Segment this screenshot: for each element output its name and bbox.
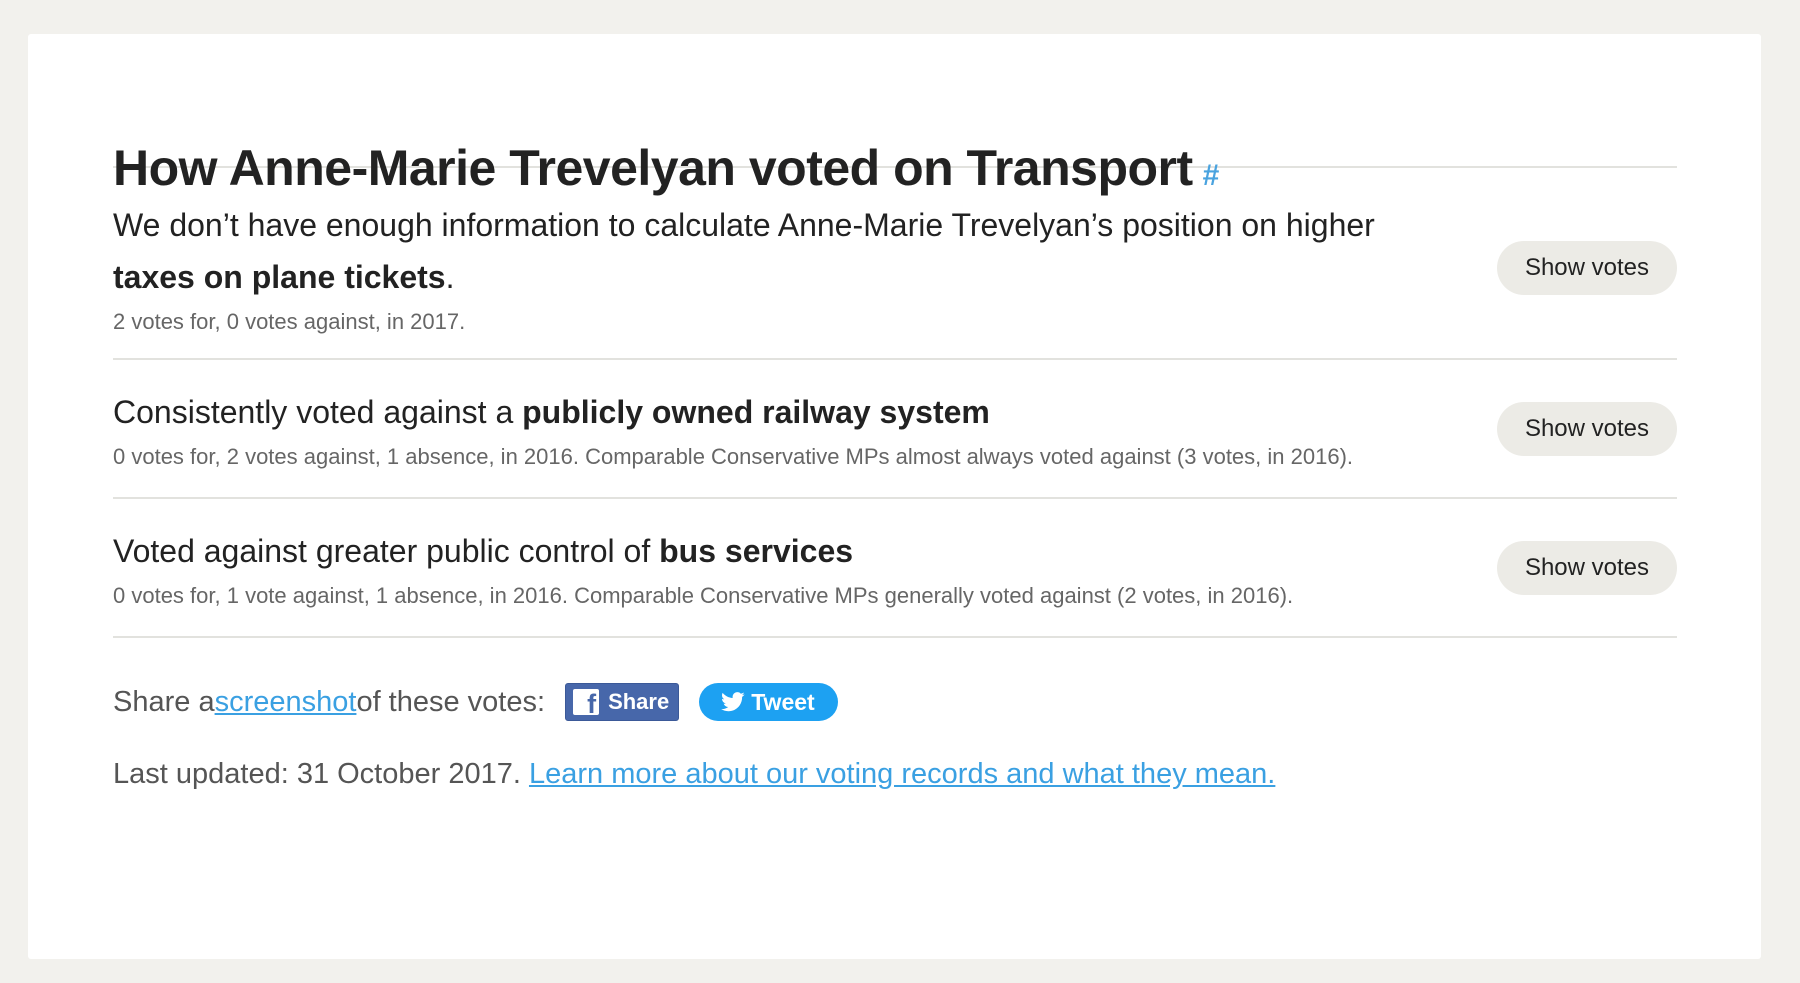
twitter-bird-icon bbox=[721, 692, 745, 712]
learn-more-link[interactable]: Learn more about our voting records and … bbox=[529, 758, 1275, 790]
transport-votes-card: How Anne-Marie Trevelyan voted on Transp… bbox=[28, 34, 1761, 959]
page-title-text: How Anne-Marie Trevelyan voted on Transp… bbox=[113, 140, 1193, 196]
tweet-button[interactable]: Tweet bbox=[699, 683, 838, 721]
policy-statement: Voted against greater public control of … bbox=[113, 525, 1293, 577]
policy-topic: bus services bbox=[659, 532, 854, 569]
facebook-icon: f bbox=[573, 689, 600, 715]
share-row: Share a screenshot of these votes: f Sha… bbox=[113, 682, 1677, 722]
vote-row-bus-services: Voted against greater public control of … bbox=[113, 499, 1677, 638]
show-votes-button[interactable]: Show votes bbox=[1497, 540, 1677, 595]
vote-summary: 2 votes for, 0 votes against, in 2017. bbox=[113, 309, 466, 334]
show-votes-button[interactable]: Show votes bbox=[1497, 241, 1677, 295]
last-updated-row: Last updated: 31 October 2017. Learn mor… bbox=[113, 758, 1677, 791]
vote-description: We don’t have enough information to calc… bbox=[113, 199, 1413, 337]
policy-topic: publicly owned railway system bbox=[522, 393, 990, 430]
screenshot-link[interactable]: screenshot bbox=[215, 686, 357, 719]
vote-description: Voted against greater public control of … bbox=[113, 525, 1293, 611]
policy-statement: We don’t have enough information to calc… bbox=[113, 199, 1413, 303]
page-title: How Anne-Marie Trevelyan voted on Transp… bbox=[113, 34, 1677, 196]
share-prefix: Share a bbox=[113, 685, 215, 718]
last-updated-text: Last updated: 31 October 2017. bbox=[113, 758, 529, 790]
policy-text: We don’t have enough information to calc… bbox=[113, 207, 1375, 243]
vote-description: Consistently voted against a publicly ow… bbox=[113, 386, 1353, 472]
permalink-anchor[interactable]: # bbox=[1203, 159, 1220, 192]
vote-row-railway: Consistently voted against a publicly ow… bbox=[113, 360, 1677, 499]
facebook-share-button[interactable]: f Share bbox=[565, 683, 680, 721]
tweet-label: Tweet bbox=[751, 688, 815, 715]
vote-summary: 0 votes for, 2 votes against, 1 absence,… bbox=[113, 443, 1354, 469]
policy-text: Consistently voted against a bbox=[113, 393, 523, 430]
policy-topic: taxes on plane tickets bbox=[113, 259, 446, 295]
policy-statement: Consistently voted against a publicly ow… bbox=[113, 386, 1353, 438]
facebook-share-label: Share bbox=[608, 689, 670, 714]
policy-text: Voted against greater public control of bbox=[113, 532, 660, 569]
show-votes-button[interactable]: Show votes bbox=[1497, 401, 1677, 456]
policy-text-end: . bbox=[445, 259, 455, 295]
vote-summary: 0 votes for, 1 vote against, 1 absence, … bbox=[113, 582, 1294, 608]
share-suffix: of these votes: bbox=[356, 685, 546, 718]
